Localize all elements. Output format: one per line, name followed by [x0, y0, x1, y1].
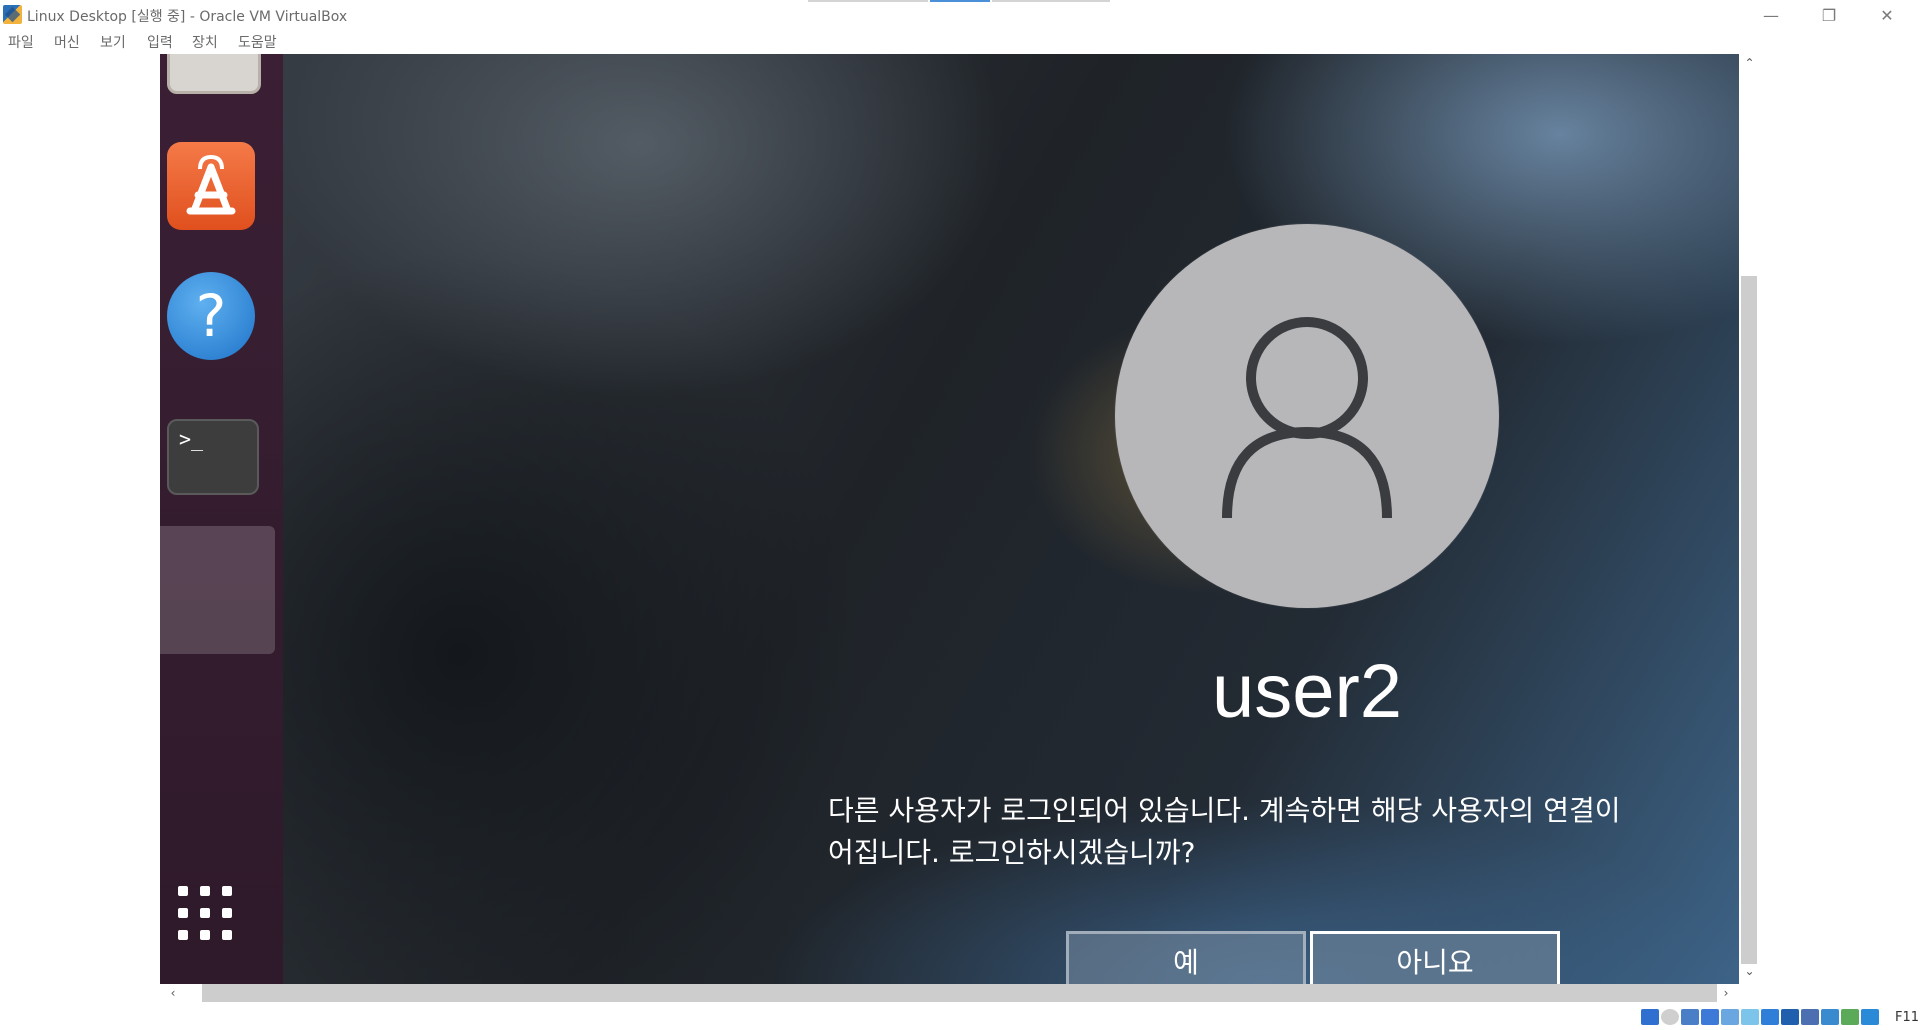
- storage-icon[interactable]: [1641, 1009, 1659, 1025]
- ubuntu-dock: ? >_: [160, 54, 283, 984]
- user-avatar: [1115, 224, 1499, 608]
- menu-help[interactable]: 도움말: [238, 32, 277, 52]
- close-button[interactable]: ✕: [1864, 0, 1910, 30]
- user-silhouette-icon: [1222, 317, 1392, 519]
- network-icon[interactable]: [1701, 1009, 1719, 1025]
- status-indicators: [1641, 1009, 1879, 1025]
- horizontal-scrollbar[interactable]: ‹ ›: [160, 984, 1739, 1002]
- menu-file[interactable]: 파일: [8, 32, 34, 52]
- titlebar-divider: [808, 0, 928, 2]
- dock-active-slot[interactable]: [160, 526, 275, 654]
- vertical-scroll-thumb[interactable]: [1741, 276, 1757, 964]
- keyboard-icon[interactable]: [1841, 1009, 1859, 1025]
- menu-view[interactable]: 보기: [100, 32, 126, 52]
- scroll-right-icon[interactable]: ›: [1717, 984, 1735, 1002]
- yes-button[interactable]: 예: [1066, 931, 1306, 984]
- usb-icon[interactable]: [1721, 1009, 1739, 1025]
- restore-button[interactable]: ❐: [1806, 0, 1852, 30]
- horizontal-scroll-thumb[interactable]: [202, 984, 1717, 1002]
- scroll-down-icon[interactable]: ⌄: [1739, 964, 1760, 978]
- mouse-icon[interactable]: [1821, 1009, 1839, 1025]
- shared-folder-icon[interactable]: [1741, 1009, 1759, 1025]
- vertical-scrollbar[interactable]: ⌃ ⌄: [1739, 54, 1760, 984]
- audio-icon[interactable]: [1681, 1009, 1699, 1025]
- menubar: 파일 머신 보기 입력 장치 도움말: [0, 30, 1920, 54]
- scroll-up-icon[interactable]: ⌃: [1739, 56, 1760, 70]
- menu-machine[interactable]: 머신: [54, 32, 80, 52]
- optical-icon[interactable]: [1661, 1009, 1679, 1025]
- login-warning-message: 다른 사용자가 로그인되어 있습니다. 계속하면 해당 사용자의 연결이 어집니…: [828, 794, 1621, 869]
- window-title: Linux Desktop [실행 중] - Oracle VM Virtual…: [27, 9, 348, 25]
- host-key-label: F11: [1895, 1010, 1920, 1025]
- menu-input[interactable]: 입력: [147, 32, 173, 52]
- help-icon[interactable]: ?: [167, 272, 255, 360]
- files-app-icon[interactable]: [167, 54, 261, 94]
- cpu-icon[interactable]: [1801, 1009, 1819, 1025]
- no-button[interactable]: 아니요: [1310, 931, 1560, 984]
- window-titlebar: Linux Desktop [실행 중] - Oracle VM Virtual…: [0, 0, 1920, 30]
- menu-devices[interactable]: 장치: [192, 32, 218, 52]
- vm-display[interactable]: ? >_ user2 다른 사용자가 로그인되어 있습니다. 계속하면 해당 사…: [160, 54, 1739, 984]
- terminal-prompt-glyph: >_: [179, 427, 204, 451]
- titlebar-divider: [992, 0, 1110, 2]
- virtualbox-icon: [3, 5, 22, 24]
- download-icon[interactable]: [1861, 1009, 1879, 1025]
- help-glyph: ?: [195, 282, 227, 350]
- username-label: user2: [1211, 649, 1403, 734]
- terminal-icon[interactable]: >_: [167, 419, 259, 495]
- show-apps-icon[interactable]: [178, 886, 242, 950]
- display-icon[interactable]: [1761, 1009, 1779, 1025]
- scroll-left-icon[interactable]: ‹: [164, 984, 182, 1002]
- minimize-button[interactable]: —: [1748, 0, 1794, 30]
- software-icon[interactable]: [167, 142, 255, 230]
- titlebar-divider-active: [930, 0, 990, 2]
- vm-statusbar: F11: [0, 1002, 1920, 1030]
- recording-icon[interactable]: [1781, 1009, 1799, 1025]
